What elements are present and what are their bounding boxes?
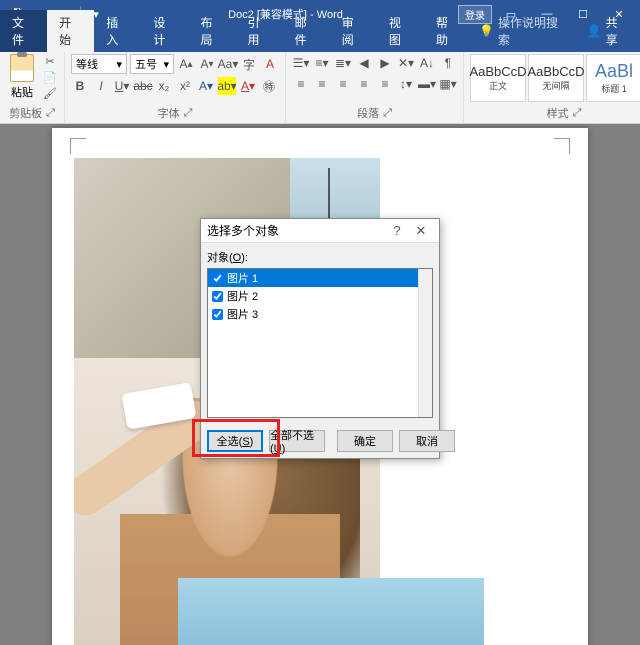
line-spacing-icon[interactable]: ↕▾ [397,75,415,93]
borders-icon[interactable]: ▦▾ [439,75,457,93]
justify-icon[interactable]: ≡ [355,75,373,93]
tab-review[interactable]: 审阅 [330,10,377,52]
text-effects-icon[interactable]: A▾ [197,77,215,95]
strikethrough-icon[interactable]: abc [134,77,152,95]
sort-icon[interactable]: A↓ [418,54,436,72]
underline-icon[interactable]: U▾ [113,77,131,95]
paste-icon [10,54,34,82]
share-button[interactable]: 👤 共享 [575,10,640,52]
list-item[interactable]: 图片 3 [208,305,432,323]
font-family-combo[interactable]: 等线▾ [71,54,127,74]
group-paragraph: ☰▾ ≡▾ ≣▾ ◀ ▶ ✕▾ A↓ ¶ ≡ ≡ ≡ ≡ ≡ [286,52,464,123]
image-3[interactable] [178,578,484,645]
shading-icon[interactable]: ▬▾ [418,75,436,93]
tab-view[interactable]: 视图 [377,10,424,52]
enclose-char-icon[interactable]: ㊕ [260,77,278,95]
font-label: 字体 [158,105,180,121]
font-color-icon[interactable]: A▾ [239,77,257,95]
phonetic-guide-icon[interactable]: 字 [240,55,258,73]
align-left-icon[interactable]: ≡ [292,75,310,93]
tab-layout[interactable]: 布局 [188,10,235,52]
group-clipboard: 粘贴 ✂ 📄 🖌 剪贴板 ⤢ [0,52,65,123]
align-right-icon[interactable]: ≡ [334,75,352,93]
increase-indent-icon[interactable]: ▶ [376,54,394,72]
share-label: 共享 [606,14,628,48]
ribbon-tabs: 文件 开始 插入 设计 布局 引用 邮件 审阅 视图 帮助 💡 操作说明搜索 👤… [0,28,640,52]
decrease-indent-icon[interactable]: ◀ [355,54,373,72]
style-nospacing[interactable]: AaBbCcD无间隔 [528,54,584,102]
annotation-highlight [192,419,280,457]
styles-label: 样式 [547,105,569,121]
bullets-icon[interactable]: ☰▾ [292,54,310,72]
subscript-icon[interactable]: x₂ [155,77,173,95]
show-marks-icon[interactable]: ¶ [439,54,457,72]
ribbon: 粘贴 ✂ 📄 🖌 剪贴板⤢ 等线▾ 五号▾ A▴ A▾ Aa [0,52,640,124]
dialog-title: 选择多个对象 [207,222,385,239]
grow-font-icon[interactable]: A▴ [177,55,195,73]
cut-icon[interactable]: ✂ [42,54,58,68]
asian-layout-icon[interactable]: ✕▾ [397,54,415,72]
tab-file[interactable]: 文件 [0,10,47,52]
group-font: 等线▾ 五号▾ A▴ A▾ Aa▾ 字 A B I U▾ abc x₂ [65,52,286,123]
checkbox[interactable] [212,291,223,302]
objects-label: 对象(O): [207,249,433,265]
dialog-launcher-icon[interactable]: ⤢ [46,107,55,120]
clear-format-icon[interactable]: A [261,55,279,73]
tab-design[interactable]: 设计 [141,10,188,52]
shrink-font-icon[interactable]: A▾ [198,55,216,73]
align-center-icon[interactable]: ≡ [313,75,331,93]
numbering-icon[interactable]: ≡▾ [313,54,331,72]
highlight-icon[interactable]: ab▾ [218,77,236,95]
checkbox[interactable] [212,273,223,284]
distributed-icon[interactable]: ≡ [376,75,394,93]
superscript-icon[interactable]: x² [176,77,194,95]
objects-listbox[interactable]: 图片 1 图片 2 图片 3 [207,268,433,418]
paste-button[interactable]: 粘贴 [6,54,38,100]
list-item[interactable]: 图片 1 [208,269,432,287]
tab-home[interactable]: 开始 [47,10,94,52]
paste-label: 粘贴 [11,84,33,100]
dialog-titlebar[interactable]: 选择多个对象 ? ✕ [201,219,439,243]
style-heading1[interactable]: AaBl标题 1 [586,54,640,102]
bold-icon[interactable]: B [71,77,89,95]
tab-references[interactable]: 引用 [236,10,283,52]
clipboard-label: 剪贴板 [9,105,42,121]
scrollbar[interactable] [418,269,432,417]
copy-icon[interactable]: 📄 [42,70,58,84]
dialog-launcher-icon[interactable]: ⤢ [383,107,392,120]
ok-button[interactable]: 确定 [337,430,393,452]
tab-help[interactable]: 帮助 [424,10,471,52]
help-icon[interactable]: ? [385,223,409,238]
checkbox[interactable] [212,309,223,320]
tab-mailings[interactable]: 邮件 [283,10,330,52]
cancel-button[interactable]: 取消 [399,430,455,452]
tell-me-search[interactable]: 💡 操作说明搜索 [471,10,575,52]
font-size-combo[interactable]: 五号▾ [130,54,174,74]
format-painter-icon[interactable]: 🖌 [42,86,58,100]
group-styles: AaBbCcD正文 AaBbCcD无间隔 AaBl标题 1 ▴ ▾ ⤡ 样式⤢ [464,52,640,123]
tell-me-label: 操作说明搜索 [498,14,567,48]
multilevel-icon[interactable]: ≣▾ [334,54,352,72]
style-normal[interactable]: AaBbCcD正文 [470,54,526,102]
share-icon: 👤 [587,24,602,38]
italic-icon[interactable]: I [92,77,110,95]
close-icon[interactable]: ✕ [409,223,433,239]
tab-insert[interactable]: 插入 [94,10,141,52]
paragraph-label: 段落 [357,105,379,121]
dialog-launcher-icon[interactable]: ⤢ [573,107,582,120]
lightbulb-icon: 💡 [479,24,494,38]
list-item[interactable]: 图片 2 [208,287,432,305]
dialog-launcher-icon[interactable]: ⤢ [184,107,193,120]
change-case-icon[interactable]: Aa▾ [219,55,237,73]
